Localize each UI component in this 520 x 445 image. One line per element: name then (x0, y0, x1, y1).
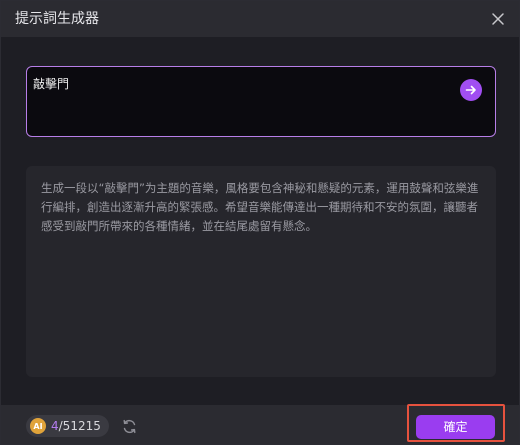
refresh-icon[interactable] (121, 418, 138, 435)
prompt-input-box (26, 66, 496, 137)
dialog-title: 提示詞生成器 (15, 11, 99, 27)
dialog-titlebar: 提示詞生成器 (1, 1, 519, 37)
generated-prompt-panel: 生成一段以“敲擊門”为主題的音樂，風格要包含神秘和懸疑的元素，運用鼓聲和弦樂進行… (26, 166, 496, 377)
close-icon[interactable] (489, 10, 507, 28)
credits-badge: AI 4 /51215 (26, 415, 109, 437)
prompt-generator-dialog: 提示詞生成器 生成一段以“敲擊門”为主題的音樂，風格要包含神秘和懸疑的元素，運用… (0, 0, 520, 445)
ai-coin-icon: AI (30, 418, 46, 434)
prompt-input[interactable] (33, 73, 453, 93)
dialog-footer: AI 4 /51215 確定 (1, 405, 519, 444)
confirm-button[interactable]: 確定 (416, 415, 495, 439)
arrow-right-icon[interactable] (460, 79, 482, 101)
credits-total: /51215 (58, 419, 101, 433)
credits-used: 4 (51, 419, 59, 433)
generated-prompt-text: 生成一段以“敲擊門”为主題的音樂，風格要包含神秘和懸疑的元素，運用鼓聲和弦樂進行… (41, 181, 479, 233)
